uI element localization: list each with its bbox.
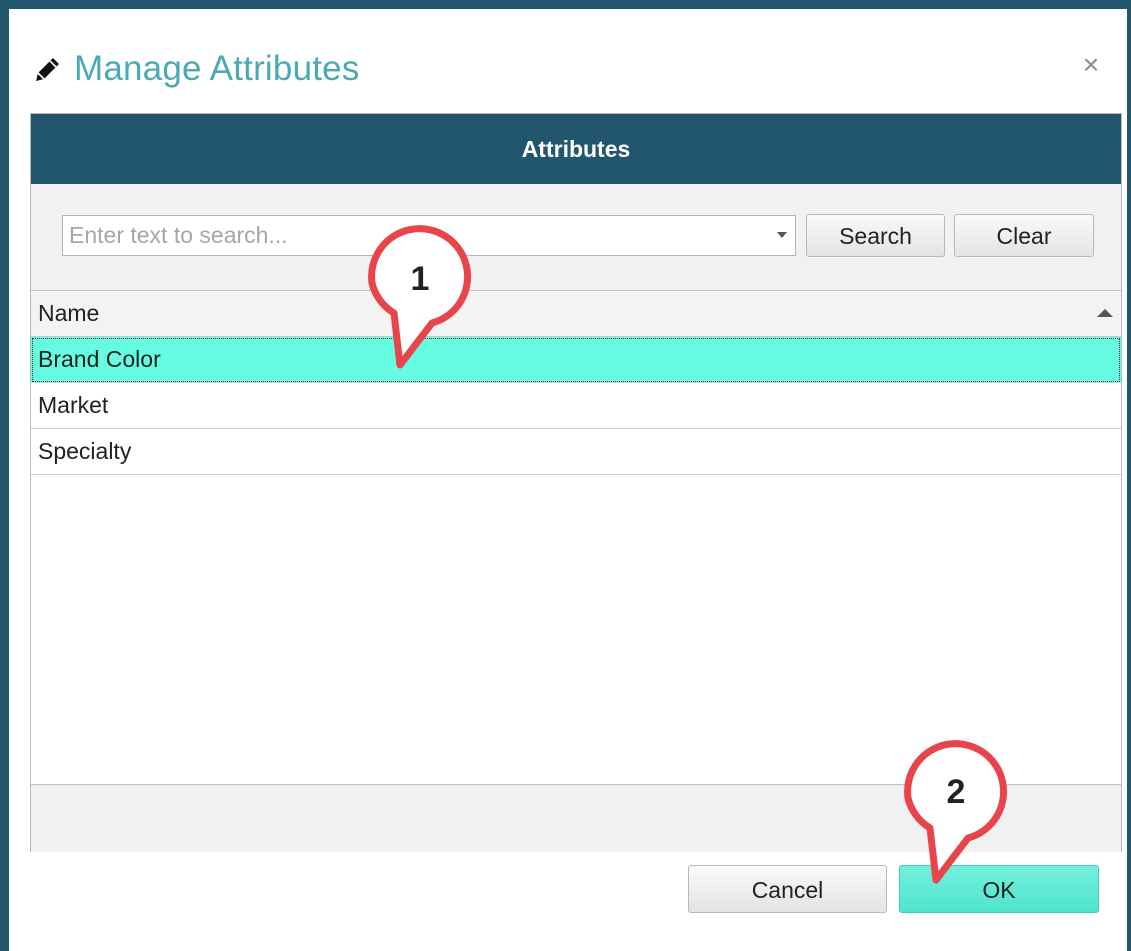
column-header-name: Name [38,300,100,326]
table-row[interactable]: Market [31,383,1121,429]
search-button[interactable]: Search [806,214,945,257]
attribute-list: Brand Color Market Specialty [31,337,1121,475]
row-name: Market [38,392,109,418]
window-frame-left [0,0,9,951]
dropdown-arrow-icon[interactable] [777,232,787,238]
callout-2: 2 [896,735,1016,885]
panel-header: Attributes [31,114,1121,184]
window-frame-right [1127,0,1131,951]
grid-column-header[interactable]: Name [31,291,1121,337]
callout-number: 1 [411,260,430,298]
row-name: Specialty [38,438,132,464]
clear-button[interactable]: Clear [954,214,1094,257]
sort-ascending-icon[interactable] [1097,309,1113,317]
row-name: Brand Color [38,346,161,372]
search-toolbar: Search Clear [31,184,1121,291]
table-row[interactable]: Specialty [31,429,1121,475]
callout-1: 1 [360,220,480,370]
callout-number: 2 [947,773,966,811]
cancel-button[interactable]: Cancel [688,865,887,913]
dialog-title-bar: Manage Attributes [32,44,360,94]
pencil-icon [32,53,64,85]
dialog-title: Manage Attributes [74,49,360,88]
table-row[interactable]: Brand Color [31,337,1121,383]
window-frame-top [0,0,1131,9]
close-icon[interactable]: × [1076,50,1106,80]
